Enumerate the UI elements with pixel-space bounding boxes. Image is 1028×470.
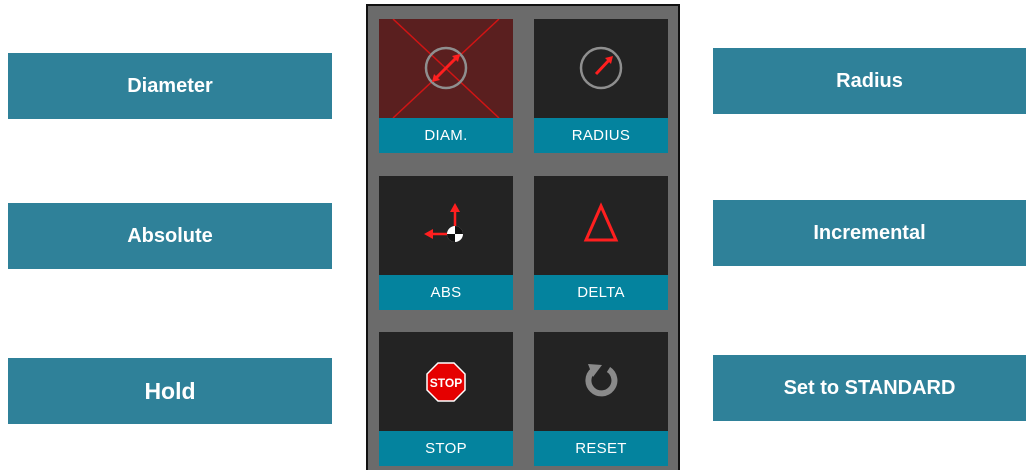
hold-label: Hold <box>8 358 332 424</box>
abs-caption: ABS <box>379 275 513 310</box>
abs-button[interactable]: ABS <box>379 176 513 310</box>
diam-caption: DIAM. <box>379 118 513 153</box>
delta-button[interactable]: DELTA <box>534 176 668 310</box>
stop-sign-text: STOP <box>430 376 462 390</box>
absolute-icon <box>379 176 513 275</box>
diameter-label: Diameter <box>8 53 332 119</box>
absolute-label: Absolute <box>8 203 332 269</box>
radius-button[interactable]: RADIUS <box>534 19 668 153</box>
reset-caption: RESET <box>534 431 668 466</box>
diam-button[interactable]: DIAM. <box>379 19 513 153</box>
radius-icon <box>534 19 668 118</box>
diameter-icon <box>379 19 513 118</box>
stop-caption: STOP <box>379 431 513 466</box>
reset-icon <box>534 332 668 431</box>
set-to-standard-label: Set to STANDARD <box>713 355 1026 421</box>
radius-caption: RADIUS <box>534 118 668 153</box>
button-panel: DIAM. RADIUS ABS DELTA STOP STOP RESET <box>366 4 680 470</box>
delta-icon <box>534 176 668 275</box>
stop-button[interactable]: STOP STOP <box>379 332 513 466</box>
stop-sign-icon: STOP <box>379 332 513 431</box>
incremental-label: Incremental <box>713 200 1026 266</box>
reset-button[interactable]: RESET <box>534 332 668 466</box>
radius-label: Radius <box>713 48 1026 114</box>
delta-caption: DELTA <box>534 275 668 310</box>
